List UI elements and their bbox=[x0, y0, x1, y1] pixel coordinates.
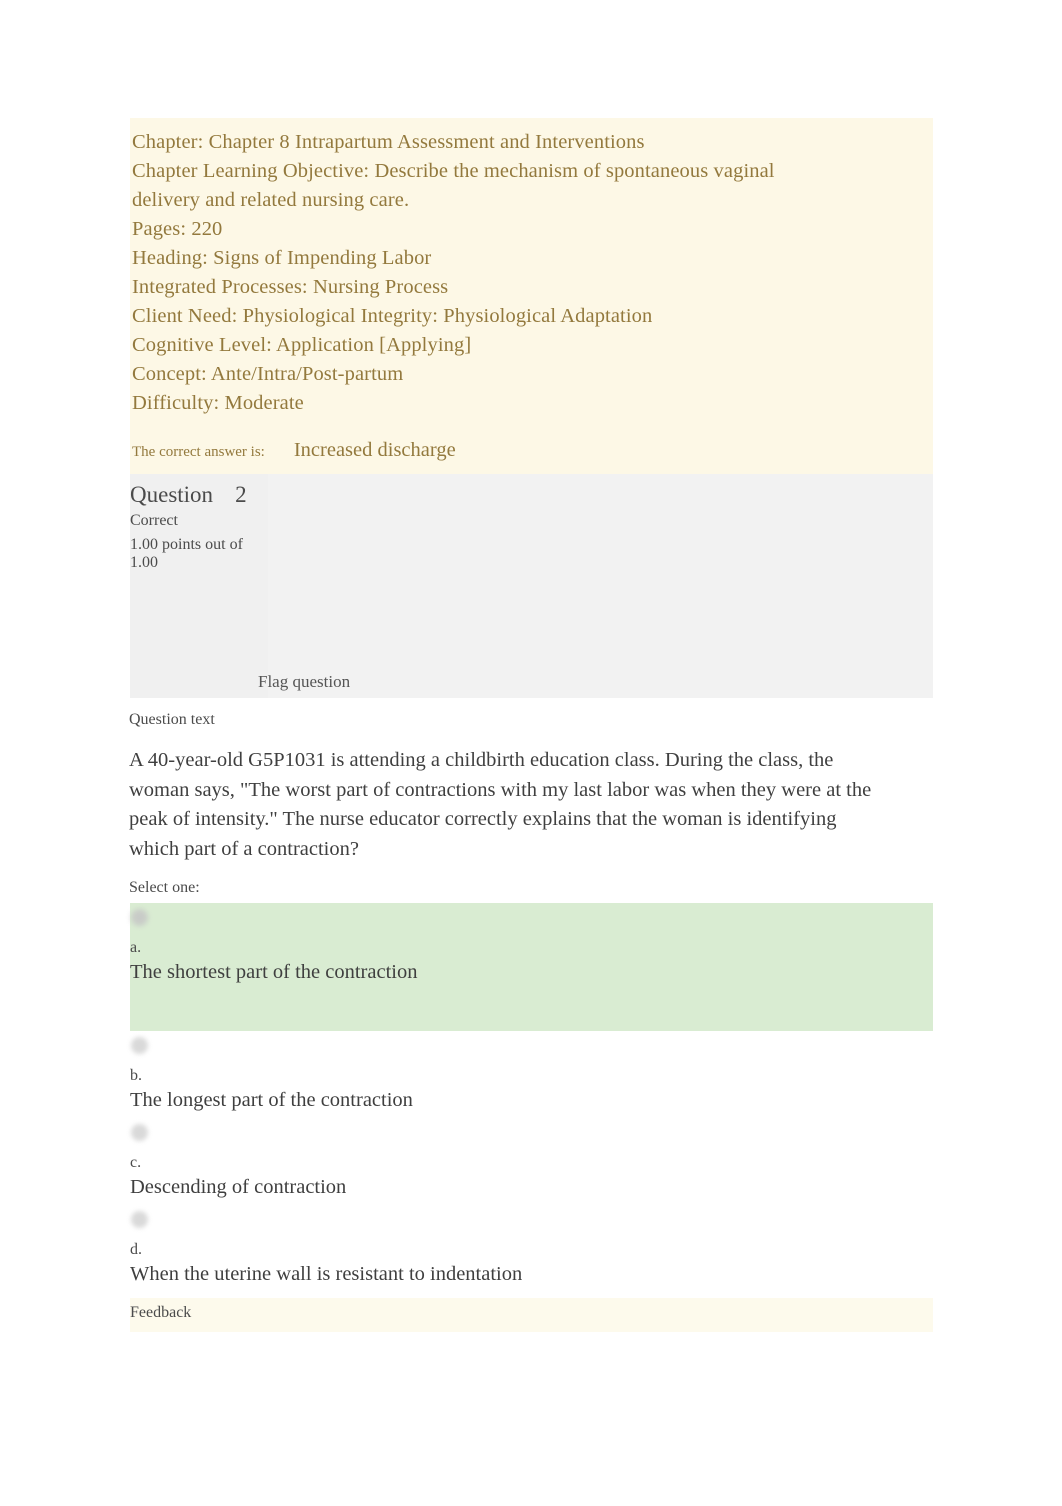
radio-button-icon[interactable] bbox=[131, 1124, 148, 1141]
rationale-line-pages: Pages: 220 bbox=[132, 218, 223, 240]
rationale-line-integrated-processes: Integrated Processes: Nursing Process bbox=[132, 276, 449, 298]
quiz-review-page: Chapter: Chapter 8 Intrapartum Assessmen… bbox=[0, 0, 1062, 1506]
answer-options-list: a. The shortest part of the contraction … bbox=[130, 903, 933, 1292]
select-one-label: Select one: bbox=[129, 879, 200, 896]
answer-letter: a. bbox=[130, 939, 142, 956]
question-title-word: Question bbox=[130, 482, 214, 507]
answer-option-a[interactable]: a. The shortest part of the contraction bbox=[130, 903, 933, 1031]
rationale-line-objective-1: Chapter Learning Objective: Describe the… bbox=[132, 160, 775, 182]
answer-option-c[interactable]: c. Descending of contraction bbox=[130, 1118, 933, 1205]
question-points: 1.00 points out of 1.00 bbox=[130, 536, 243, 571]
question-status: Correct bbox=[130, 512, 178, 529]
rationale-text: Chapter: Chapter 8 Intrapartum Assessmen… bbox=[130, 128, 933, 418]
answer-text: The shortest part of the contraction bbox=[130, 961, 418, 983]
answer-option-b[interactable]: b. The longest part of the contraction bbox=[130, 1031, 933, 1118]
answer-option-d[interactable]: d. When the uterine wall is resistant to… bbox=[130, 1205, 933, 1292]
radio-button-icon[interactable] bbox=[131, 1037, 148, 1054]
rationale-line-client-need: Client Need: Physiological Integrity: Ph… bbox=[132, 305, 653, 327]
answer-letter: b. bbox=[130, 1067, 142, 1084]
rationale-line-cognitive-level: Cognitive Level: Application [Applying] bbox=[132, 334, 472, 356]
feedback-label: Feedback bbox=[130, 1304, 192, 1321]
correct-answer-row: The correct answer is: Increased dischar… bbox=[130, 438, 933, 462]
feedback-bar: Feedback bbox=[130, 1298, 933, 1332]
radio-button-icon[interactable] bbox=[131, 909, 148, 926]
answer-text: The longest part of the contraction bbox=[130, 1089, 413, 1111]
answer-letter: c. bbox=[130, 1154, 142, 1171]
rationale-line-heading: Heading: Signs of Impending Labor bbox=[132, 247, 432, 269]
flag-question-button[interactable]: Flag question bbox=[258, 672, 350, 692]
answer-letter: d. bbox=[130, 1241, 142, 1258]
rationale-line-concept: Concept: Ante/Intra/Post-partum bbox=[132, 363, 404, 385]
rationale-line-difficulty: Difficulty: Moderate bbox=[132, 392, 304, 414]
answer-text: Descending of contraction bbox=[130, 1176, 347, 1198]
question-header-block: Question 2 Correct 1.00 points out of 1.0… bbox=[130, 474, 933, 698]
rationale-line-objective-2: delivery and related nursing care. bbox=[132, 189, 410, 211]
question-rationale-block: Chapter: Chapter 8 Intrapartum Assessmen… bbox=[130, 118, 933, 476]
answer-text: When the uterine wall is resistant to in… bbox=[130, 1263, 523, 1285]
correct-answer-value: Increased discharge bbox=[293, 439, 456, 461]
question-info-column: Question 2 Correct 1.00 points out of 1.0… bbox=[130, 474, 268, 698]
rationale-line-chapter: Chapter: Chapter 8 Intrapartum Assessmen… bbox=[132, 131, 645, 153]
radio-button-icon[interactable] bbox=[131, 1211, 148, 1228]
question-text-label: Question text bbox=[129, 711, 215, 728]
question-number: 2 bbox=[235, 482, 247, 507]
question-stem: A 40-year-old G5P1031 is attending a chi… bbox=[129, 749, 872, 860]
correct-answer-label: The correct answer is: bbox=[132, 444, 265, 460]
question-title: Question 2 bbox=[130, 482, 247, 508]
